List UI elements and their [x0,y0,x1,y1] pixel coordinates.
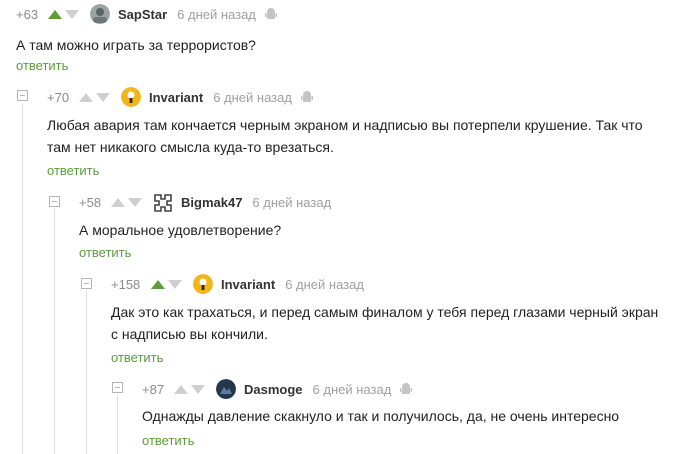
vote-up-icon[interactable] [48,9,62,19]
light-bulb-avatar-icon[interactable] [121,87,141,107]
vote-down-icon[interactable] [191,384,205,394]
vote-down-icon[interactable] [128,197,142,207]
vote-up-icon[interactable] [79,92,93,102]
reply-link[interactable]: ответить [111,350,163,365]
comment-time[interactable]: 6 дней назад [313,382,392,397]
comment-rating: +158 [111,276,141,292]
thread-branch-line [86,290,87,454]
comment-header: +70 Invariant 6 дней назад [47,86,314,108]
reply-link[interactable]: ответить [142,433,194,448]
vote-up-icon[interactable] [151,279,165,289]
comment-author[interactable]: Dasmoge [244,382,303,397]
comment-author[interactable]: Invariant [221,277,275,292]
comment-header: +58 Bigmak47 6 дней назад [79,191,339,213]
reply-link[interactable]: ответить [16,58,68,73]
vote-down-icon[interactable] [168,279,182,289]
comment-text-line: Дак это как трахаться, и перед самым фин… [111,304,659,320]
comment-text-line: там нет никакого смысла куда-то врезатьс… [47,139,334,155]
comment-text: А там можно играть за террористов? [16,34,256,56]
comment-author[interactable]: SapStar [118,7,167,22]
thread-branch-line [117,394,118,454]
thread-branch-line [54,208,55,454]
comment-text: Дак это как трахаться, и перед самым фин… [111,301,658,345]
collapse-toggle[interactable] [112,382,123,393]
comment-text: А моральное удовлетворение? [79,219,281,241]
user-avatar-icon[interactable] [90,4,110,24]
comment-header: +158 Invariant 6 дней назад [111,273,372,295]
vote-down-icon[interactable] [65,9,79,19]
comment-author[interactable]: Bigmak47 [181,195,242,210]
vote-down-icon[interactable] [96,92,110,102]
vote-up-icon[interactable] [111,197,125,207]
android-icon [399,382,413,396]
comment-rating: +58 [79,194,102,210]
comment-rating: +87 [142,381,165,397]
comment-header: +87 Dasmoge 6 дней назад [142,378,413,400]
reply-link[interactable]: ответить [79,245,131,260]
collapse-toggle[interactable] [49,196,60,207]
collapse-toggle[interactable] [17,90,28,101]
logo-avatar-icon[interactable] [153,192,173,212]
comment-rating: +70 [47,89,70,105]
android-icon [300,90,314,104]
comment-rating: +63 [16,6,39,22]
comment-time[interactable]: 6 дней назад [285,277,364,292]
android-icon [264,7,278,21]
reply-link[interactable]: ответить [47,163,99,178]
thread-branch-line [22,104,23,454]
comment-time[interactable]: 6 дней назад [177,7,256,22]
comment-time[interactable]: 6 дней назад [213,90,292,105]
light-bulb-avatar-icon[interactable] [193,274,213,294]
comment-text: Однажды давление скакнуло и так и получи… [142,405,619,427]
comment-author[interactable]: Invariant [149,90,203,105]
dark-avatar-icon[interactable] [216,379,236,399]
comment-text-line: с надписью вы кончили. [111,326,268,342]
comment-text: Любая авария там кончается черным экрано… [47,114,643,158]
comment-text-line: Однажды давление скакнуло и так и получи… [142,408,620,424]
comment-header: +63 SapStar 6 дней назад [16,3,278,25]
vote-up-icon[interactable] [174,384,188,394]
comment-time[interactable]: 6 дней назад [252,195,331,210]
comment-text-line: А моральное удовлетворение? [79,222,282,238]
comment-text-line: Любая авария там кончается черным экрано… [47,117,643,133]
collapse-toggle[interactable] [81,278,92,289]
comment-text-line: А там можно играть за террористов? [16,37,256,53]
